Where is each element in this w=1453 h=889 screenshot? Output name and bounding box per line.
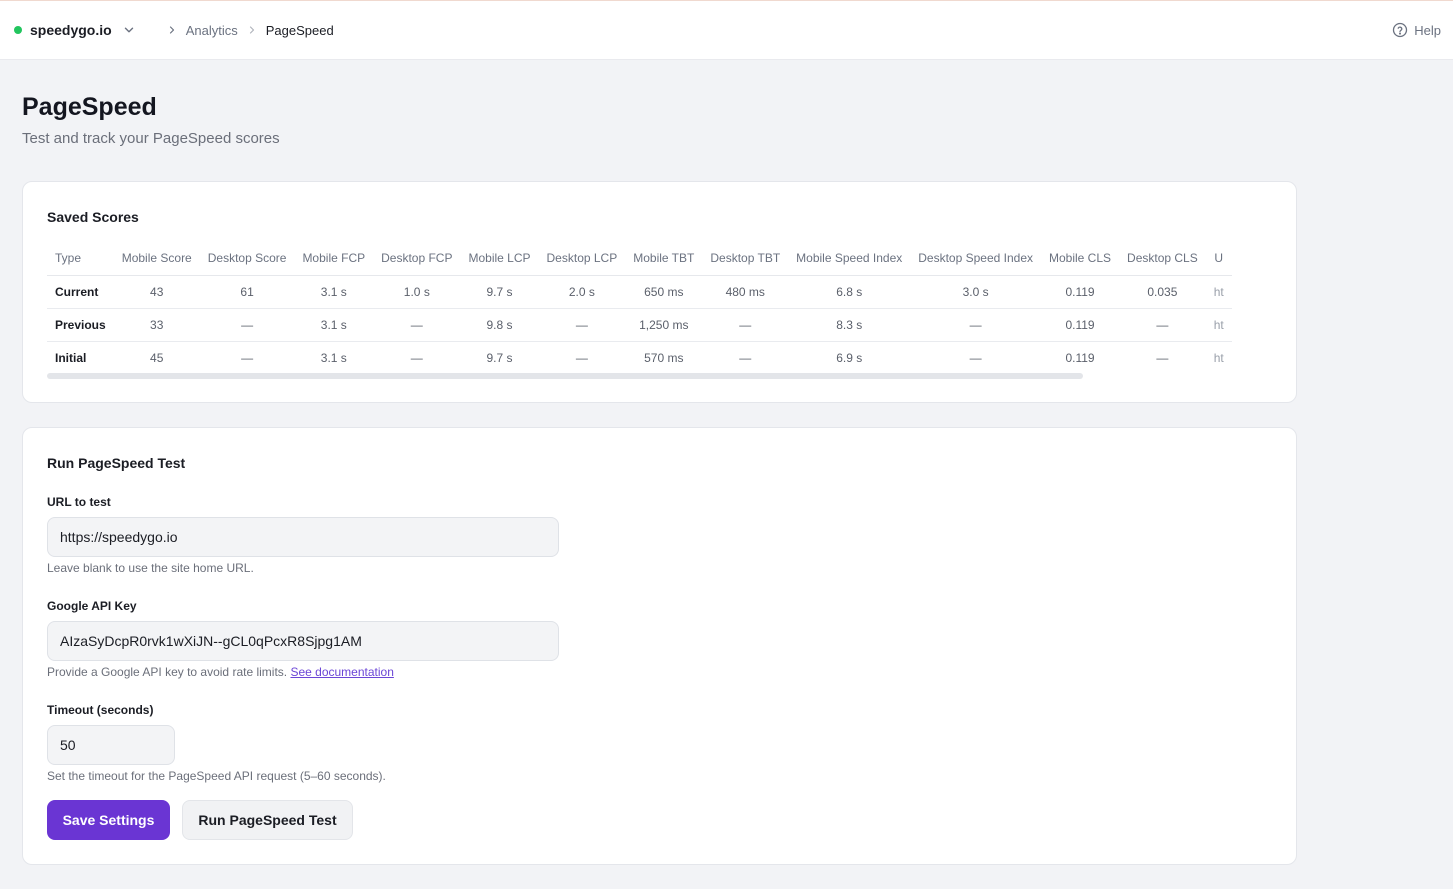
table-cell: 6.9 s [836,350,863,365]
timeout-input[interactable] [47,725,175,765]
chevron-right-icon [249,26,254,34]
table-row: Initial 45 — 3.1 s — 9.7 s — 570 ms — 6.9 s — 0.119… [47,341,1232,374]
table-cell: 0.119 [1041,275,1120,309]
timeout-label: Timeout (seconds) [47,703,154,717]
chevron-right-icon [169,26,174,34]
table-cell: — [199,308,295,342]
top-bar: speedygo.io Analytics PageSpeed Help [0,0,1453,60]
site-status-dot [14,26,22,34]
column-header: Mobile Score [113,242,200,276]
table-header-row: Type Mobile Score Desktop Score Mobile FCP D… [47,242,1232,276]
table-cell: — [538,308,626,342]
table-cell: 570 ms [644,350,684,365]
help-circle-icon [1393,22,1408,38]
run-test-card: Run PageSpeed Test URL to test Leave bla… [22,427,1297,865]
table-cell: ht [1205,275,1232,309]
table-cell: 1,250 ms [625,308,703,342]
api-key-input[interactable] [47,621,559,661]
table-cell: 3.1 s [294,308,374,342]
api-key-label: Google API Key [47,599,137,613]
run-test-title: Run PageSpeed Test [47,455,186,471]
table-cell: — [241,350,254,365]
column-header: U [1205,242,1232,276]
table-cell: 8.3 s [788,308,911,342]
table-cell: 3.1 s [294,275,374,309]
table-cell: — [575,350,588,365]
table-cell: — [969,350,982,365]
api-key-hint-text: Provide a Google API key to avoid rate l… [47,665,288,679]
breadcrumb-analytics[interactable]: Analytics [186,23,238,38]
table-cell: 3.1 s [320,350,347,365]
column-header: Mobile Speed Index [788,242,911,276]
table-cell: — [702,308,789,342]
api-key-hint: Provide a Google API key to avoid rate l… [47,665,394,679]
table-cell: — [1156,350,1169,365]
url-input[interactable] [47,517,559,557]
help-label: Help [1414,22,1441,38]
table-cell: — [373,308,461,342]
run-pagespeed-test-button[interactable]: Run PageSpeed Test [182,800,353,840]
chevron-down-icon [124,27,133,33]
see-documentation-link[interactable]: See documentation [290,665,393,679]
table-row: Current 43 61 3.1 s 1.0 s 9.7 s 2.0 s 650 ms 480… [47,275,1232,309]
table-cell: ht [1213,350,1224,365]
column-header: Type [47,242,114,276]
help-button[interactable]: Help [1392,22,1441,38]
table-cell: 9.7 s [486,350,513,365]
column-header: Mobile CLS [1041,242,1120,276]
site-switcher[interactable]: speedygo.io [14,22,136,38]
site-name: speedygo.io [30,22,112,38]
table-cell: 9.8 s [460,308,539,342]
column-header: Desktop Score [199,242,295,276]
url-hint: Leave blank to use the site home URL. [47,561,254,575]
table-cell: 61 [199,275,295,309]
saved-scores-title: Saved Scores [47,209,139,225]
column-header: Desktop LCP [538,242,626,276]
page-subtitle: Test and track your PageSpeed scores [22,130,280,147]
table-cell: — [739,350,752,365]
table-cell: — [910,308,1041,342]
row-type-cell: Initial [55,350,87,365]
scores-table-container: Type Mobile Score Desktop Score Mobile FCP D… [47,242,1273,378]
breadcrumb: Analytics PageSpeed [158,23,334,38]
table-cell: 3.0 s [910,275,1041,309]
url-label: URL to test [47,495,111,509]
page-title: PageSpeed [22,93,157,121]
column-header: Mobile LCP [460,242,539,276]
table-cell: 2.0 s [538,275,626,309]
column-header: Mobile FCP [294,242,374,276]
table-cell: 0.035 [1119,275,1206,309]
column-header: Desktop TBT [702,242,789,276]
table-horizontal-scrollbar[interactable] [47,373,1083,379]
timeout-hint: Set the timeout for the PageSpeed API re… [47,769,386,783]
table-cell: ht [1205,308,1232,342]
row-type-cell: Current [47,275,114,309]
column-header: Mobile TBT [625,242,703,276]
column-header: Desktop CLS [1119,242,1206,276]
table-cell: 45 [150,350,164,365]
row-type-cell: Previous [47,308,114,342]
breadcrumb-pagespeed: PageSpeed [265,22,334,38]
table-cell: 0.119 [1041,308,1120,342]
scores-table: Type Mobile Score Desktop Score Mobile FCP D… [47,242,1232,374]
saved-scores-card: Saved Scores Type Mobile Score Desktop Sco… [22,181,1297,403]
table-body: Current 43 61 3.1 s 1.0 s 9.7 s 2.0 s 650 ms 480… [47,275,1232,374]
table-cell: — [410,350,423,365]
table-cell: 480 ms [702,275,789,309]
column-header: Desktop FCP [373,242,461,276]
table-row: Previous 33—3.1 s —9.8 s —1,250 ms —8.3 s —0.… [47,308,1232,342]
table-cell: 43 [113,275,200,309]
table-cell: 6.8 s [788,275,911,309]
table-cell: 0.119 [1065,350,1095,365]
table-cell: 650 ms [625,275,703,309]
table-cell: 9.7 s [460,275,539,309]
table-cell: — [1119,308,1206,342]
table-cell: 1.0 s [373,275,461,309]
save-settings-button[interactable]: Save Settings [47,800,170,840]
table-cell: 33 [113,308,200,342]
column-header: Desktop Speed Index [910,242,1041,276]
